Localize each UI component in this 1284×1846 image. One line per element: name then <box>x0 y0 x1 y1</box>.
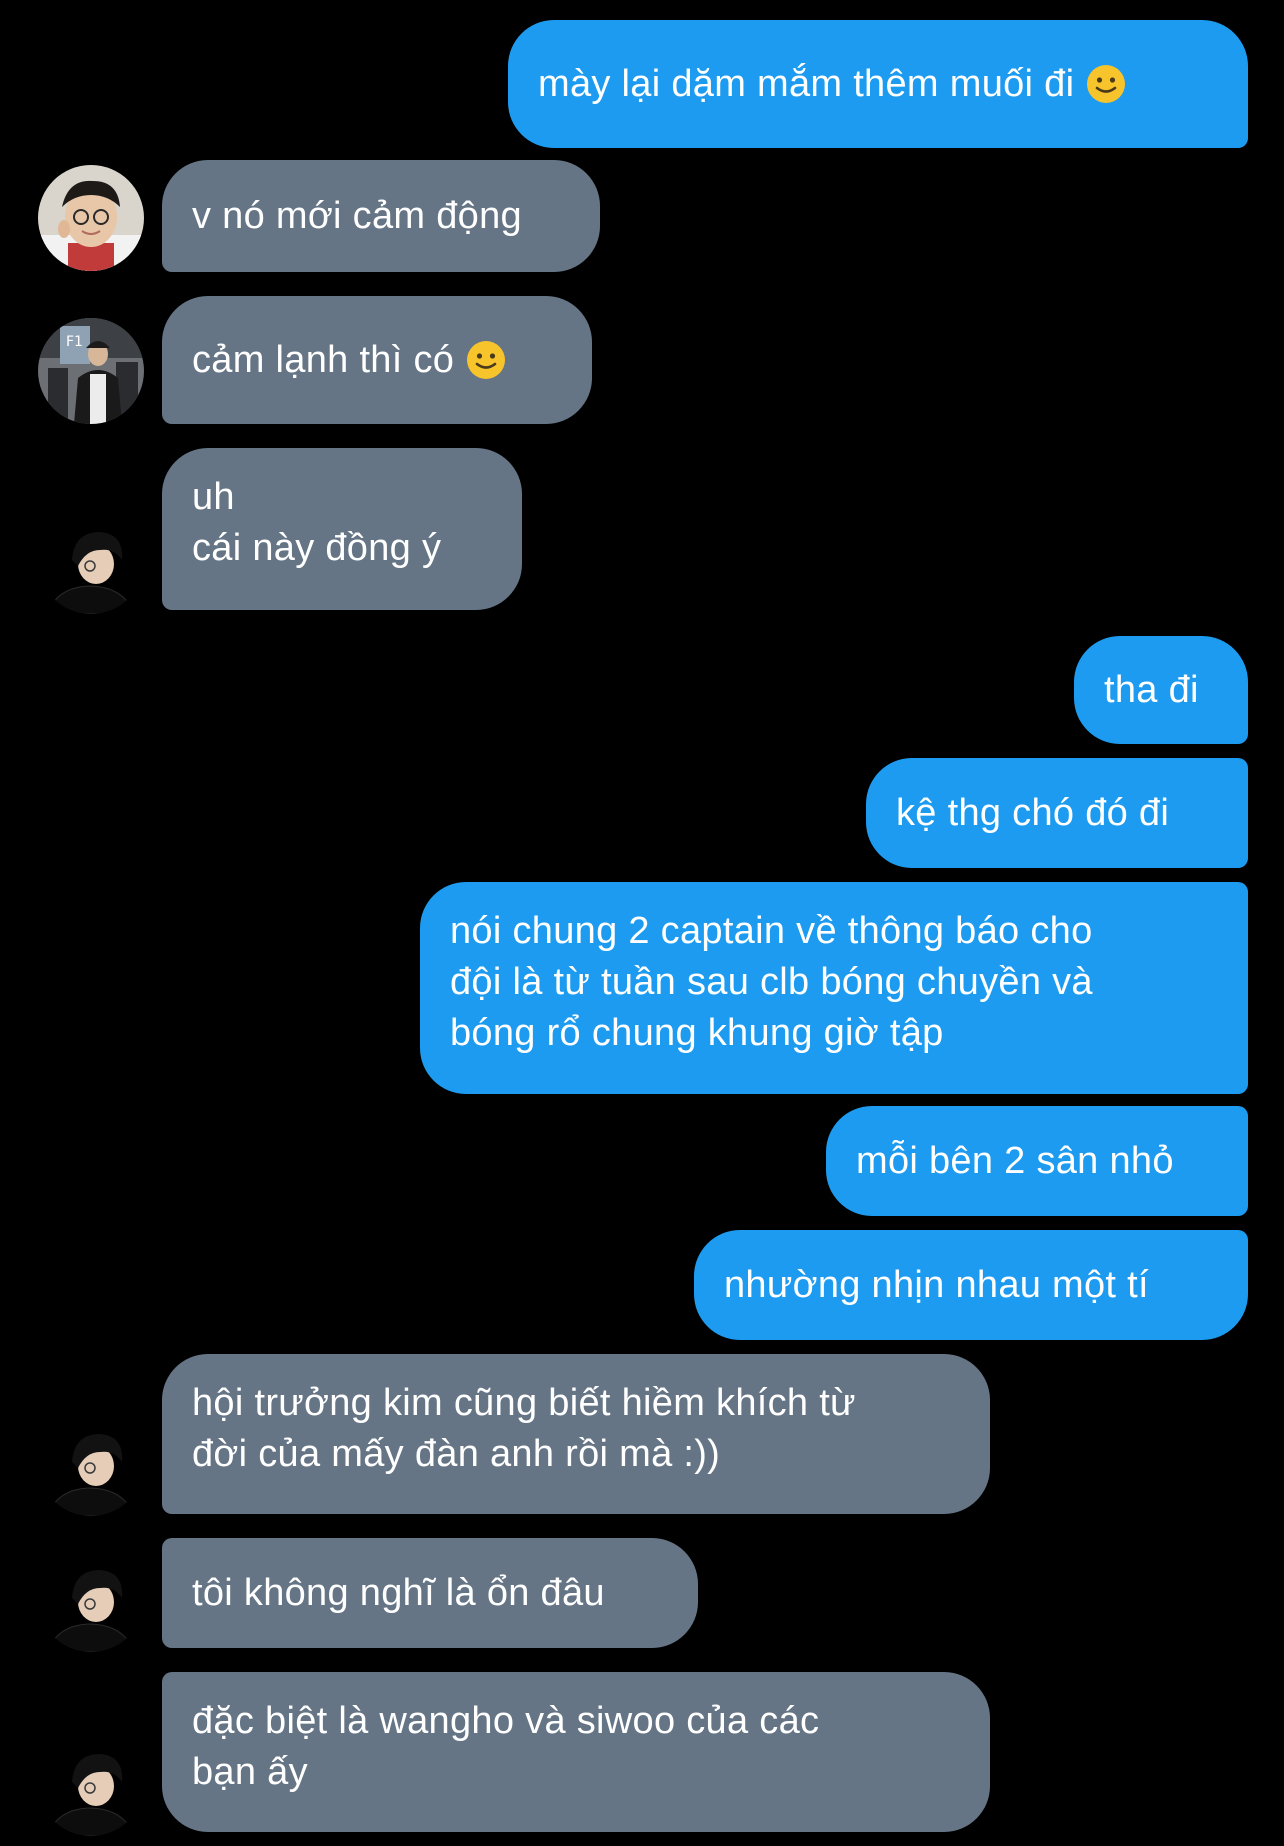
message-sent[interactable]: mỗi bên 2 sân nhỏ <box>826 1106 1248 1216</box>
avatar-image <box>38 508 144 614</box>
message-text: kệ thg chó đó đi <box>896 791 1170 834</box>
message-received[interactable]: hội trưởng kim cũng biết hiềm khích từ đ… <box>162 1354 990 1514</box>
message-line: uh <box>192 476 235 518</box>
message-sent[interactable]: tha đi <box>1074 636 1248 744</box>
avatar-photo-profile[interactable] <box>38 1410 144 1516</box>
avatar-image <box>38 1730 144 1836</box>
message-sent[interactable]: mày lại dặm mắm thêm muối đi <box>508 20 1248 148</box>
avatar-image <box>38 1546 144 1652</box>
message-line: đặc biệt là wangho và siwoo của các <box>192 1700 820 1742</box>
avatar-photo-profile[interactable] <box>38 1730 144 1836</box>
message-text: v nó mới cảm động <box>192 194 522 237</box>
message-sent[interactable]: nói chung 2 captain về thông báo cho đội… <box>420 882 1248 1094</box>
message-line: đời của mấy đàn anh rồi mà :)) <box>192 1433 721 1475</box>
message-text: cảm lạnh thì có <box>192 338 455 381</box>
avatar-image <box>38 1410 144 1516</box>
message-line: đội là từ tuần sau clb bóng chuyền và <box>450 961 1093 1003</box>
slightly-smiling-face-icon <box>1087 65 1126 103</box>
message-sent[interactable]: kệ thg chó đó đi <box>866 758 1248 868</box>
message-line: bạn ấy <box>192 1751 308 1793</box>
message-line: hội trưởng kim cũng biết hiềm khích từ <box>192 1382 856 1424</box>
message-received[interactable]: đặc biệt là wangho và siwoo của các bạn … <box>162 1672 990 1832</box>
message-received[interactable]: v nó mới cảm động <box>162 160 600 272</box>
message-text: mày lại dặm mắm thêm muối đi <box>538 62 1075 105</box>
message-line: nói chung 2 captain về thông báo cho <box>450 910 1093 952</box>
svg-text:F1: F1 <box>66 334 83 350</box>
message-sent[interactable]: nhường nhịn nhau một tí <box>694 1230 1248 1340</box>
avatar-photo-profile[interactable] <box>38 1546 144 1652</box>
message-thread: mày lại dặm mắm thêm muối đi v nó mới cả… <box>0 0 1284 1846</box>
avatar-photo-glasses[interactable] <box>38 165 144 271</box>
message-text: tôi không nghĩ là ổn đâu <box>192 1571 605 1614</box>
message-text: tha đi <box>1104 668 1199 711</box>
avatar-photo-f1[interactable]: F1 <box>38 318 144 424</box>
message-received[interactable]: cảm lạnh thì có <box>162 296 592 424</box>
message-received[interactable]: tôi không nghĩ là ổn đâu <box>162 1538 698 1648</box>
avatar-image <box>38 165 144 271</box>
message-text: nhường nhịn nhau một tí <box>724 1263 1149 1306</box>
message-text: mỗi bên 2 sân nhỏ <box>856 1139 1174 1182</box>
message-line: cái này đồng ý <box>192 527 442 569</box>
avatar-photo-profile[interactable] <box>38 508 144 614</box>
message-line: bóng rổ chung khung giờ tập <box>450 1012 944 1054</box>
slightly-smiling-face-icon <box>467 341 506 379</box>
avatar-image: F1 <box>38 318 144 424</box>
message-received[interactable]: uh cái này đồng ý <box>162 448 522 610</box>
